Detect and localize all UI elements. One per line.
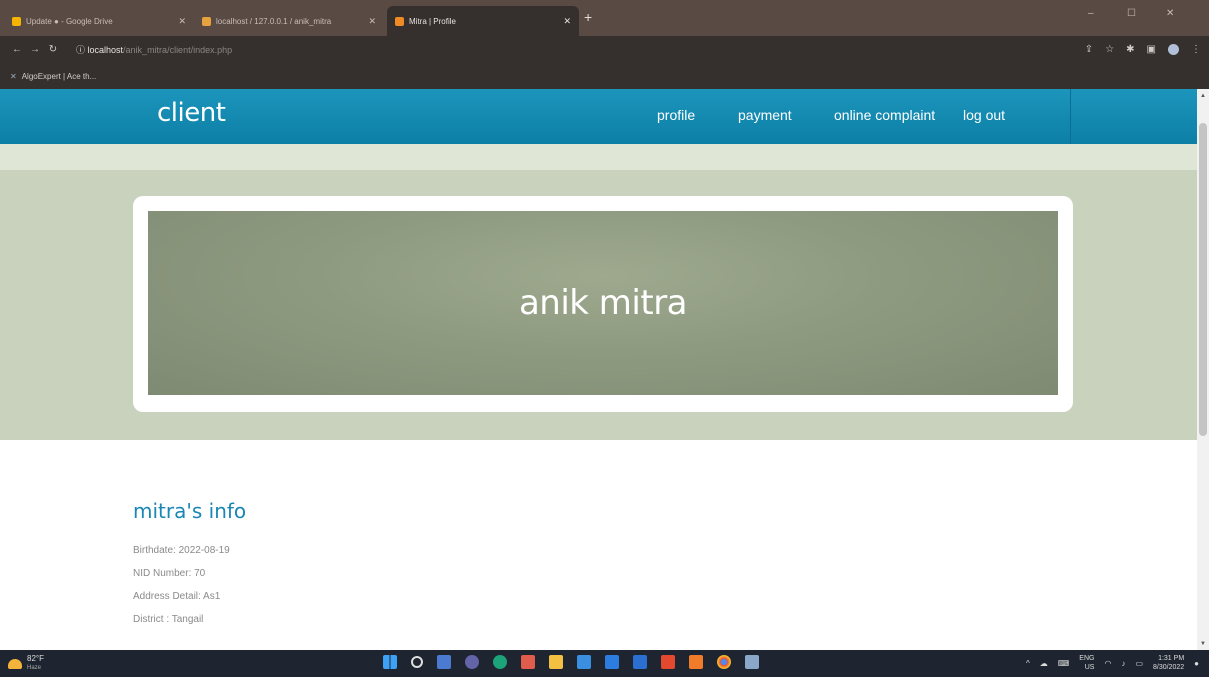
tab-title: Mitra | Profile	[409, 16, 456, 26]
chrome-icon[interactable]	[717, 655, 731, 669]
nav-logout-link[interactable]: log out	[963, 107, 1005, 123]
profile-banner: anik mitra	[148, 211, 1058, 395]
menu-icon[interactable]: ⋮	[1191, 44, 1201, 55]
wifi-icon[interactable]: ◠	[1104, 659, 1111, 668]
bookmark-item[interactable]: AlgoExpert | Ace th...	[22, 72, 97, 81]
region-code: US	[1084, 664, 1095, 671]
weather-temp: 82°F	[27, 654, 44, 663]
mail-icon[interactable]	[633, 655, 647, 669]
language-code: ENG	[1079, 655, 1095, 662]
phpmyadmin-icon	[202, 16, 211, 26]
info-district: District : Tangail	[133, 614, 204, 625]
system-tray: ^ ☁ ⌨ ENG US ◠ ♪ ▭ 1:31 PM 8/30/2022 ●	[1026, 654, 1199, 672]
nav-complaint-link[interactable]: online complaint	[834, 107, 935, 123]
extensions-icon[interactable]: ✱	[1126, 44, 1134, 55]
tab-title: Update ● - Google Drive	[26, 16, 113, 26]
browser-tab-active[interactable]: Mitra | Profile ✕	[387, 6, 579, 36]
bookmark-star-icon[interactable]: ☆	[1105, 44, 1114, 55]
clock[interactable]: 1:31 PM 8/30/2022	[1153, 654, 1184, 672]
battery-icon[interactable]: ▭	[1135, 659, 1143, 668]
profile-card: anik mitra	[133, 196, 1073, 412]
xampp-icon[interactable]	[689, 655, 703, 669]
profile-avatar[interactable]	[1168, 44, 1179, 55]
clock-date: 8/30/2022	[1153, 664, 1185, 671]
language-indicator[interactable]: ENG US	[1079, 654, 1094, 672]
onedrive-icon[interactable]: ☁	[1040, 659, 1048, 668]
info-title: mitra's info	[133, 499, 247, 523]
info-birthdate: Birthdate: 2022-08-19	[133, 545, 230, 556]
new-tab-button[interactable]: +	[584, 9, 592, 25]
site-header: client profile payment online complaint …	[0, 89, 1197, 144]
notification-icon[interactable]: ●	[1194, 659, 1199, 668]
url-path: /anik_mitra/client/index.php	[123, 45, 233, 55]
reload-icon[interactable]: ↻	[44, 44, 62, 55]
clock-time: 1:31 PM	[1158, 655, 1185, 662]
close-tab-icon[interactable]: ✕	[178, 16, 186, 27]
info-address: Address Detail: As1	[133, 591, 221, 602]
scroll-thumb[interactable]	[1199, 123, 1207, 436]
widgets-icon[interactable]	[437, 655, 451, 669]
browser-tab-strip: Update ● - Google Drive ✕ localhost / 12…	[0, 0, 1209, 36]
header-strip	[0, 144, 1197, 170]
taskbar: 82°F Haze ^ ☁ ⌨ ENG US ◠ ♪ ▭ 1:31 PM 8/3…	[0, 650, 1209, 677]
address-bar[interactable]: ⓘ localhost/anik_mitra/client/index.php	[76, 43, 232, 56]
vscode-icon[interactable]	[521, 655, 535, 669]
back-icon[interactable]: ←	[8, 44, 26, 55]
forward-icon[interactable]: →	[26, 44, 44, 55]
browser-tab[interactable]: Update ● - Google Drive ✕	[4, 6, 194, 36]
chat-icon[interactable]	[465, 655, 479, 669]
scroll-up-icon[interactable]: ▲	[1200, 93, 1206, 99]
close-window-icon[interactable]: ✕	[1166, 8, 1174, 19]
nav-divider	[1070, 89, 1071, 144]
profile-name: anik mitra	[518, 283, 688, 323]
browser-tab[interactable]: localhost / 127.0.0.1 / anik_mitra ✕	[194, 6, 384, 36]
calculator-icon[interactable]	[605, 655, 619, 669]
volume-icon[interactable]: ♪	[1121, 659, 1125, 668]
tray-overflow-icon[interactable]: ^	[1026, 659, 1030, 668]
info-nid: NID Number: 70	[133, 568, 206, 579]
office-icon[interactable]	[661, 655, 675, 669]
photos-icon[interactable]	[745, 655, 759, 669]
tab-title: localhost / 127.0.0.1 / anik_mitra	[216, 16, 332, 26]
edge-icon[interactable]	[493, 655, 507, 669]
maximize-icon[interactable]: ☐	[1127, 8, 1136, 19]
site-brand[interactable]: client	[157, 98, 226, 128]
share-icon[interactable]: ⇪	[1085, 44, 1093, 55]
windows-start-icon[interactable]	[383, 655, 397, 669]
store-icon[interactable]	[577, 655, 591, 669]
weather-desc: Haze	[27, 665, 42, 671]
file-explorer-icon[interactable]	[549, 655, 563, 669]
page-viewport: client profile payment online complaint …	[0, 89, 1197, 650]
weather-icon	[8, 658, 22, 669]
scroll-down-icon[interactable]: ▼	[1200, 641, 1206, 647]
nav-profile-link[interactable]: profile	[657, 107, 695, 123]
info-section: mitra's info Birthdate: 2022-08-19 NID N…	[133, 499, 246, 631]
minimize-icon[interactable]: –	[1088, 8, 1094, 19]
drive-icon	[12, 16, 21, 26]
bookmarks-bar: ✕ AlgoExpert | Ace th...	[0, 63, 1209, 89]
keyboard-icon[interactable]: ⌨	[1058, 659, 1070, 668]
close-tab-icon[interactable]: ✕	[563, 16, 571, 27]
page-favicon-icon	[395, 16, 404, 26]
weather-widget[interactable]: 82°F Haze	[8, 655, 44, 672]
taskbar-apps	[383, 655, 759, 669]
url-host: localhost	[87, 45, 124, 55]
browser-toolbar: ← → ↻ ⓘ localhost/anik_mitra/client/inde…	[0, 36, 1209, 63]
algoexpert-icon: ✕	[10, 71, 17, 81]
nav-payment-link[interactable]: payment	[738, 107, 792, 123]
sidebar-icon[interactable]: ▣	[1147, 44, 1156, 55]
close-tab-icon[interactable]: ✕	[368, 16, 376, 27]
search-icon[interactable]	[411, 656, 423, 668]
page-scrollbar[interactable]: ▲ ▼	[1197, 89, 1209, 650]
